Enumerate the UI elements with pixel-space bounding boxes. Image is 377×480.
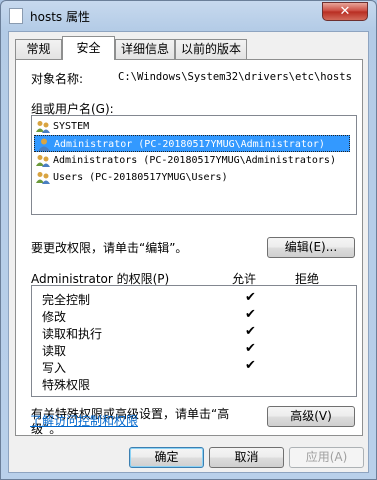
window-title: hosts 属性 <box>30 10 90 24</box>
dialog-client: 常规 安全 详细信息 以前的版本 对象名称: C:\Windows\System… <box>8 31 369 473</box>
object-name-label: 对象名称: <box>31 72 84 86</box>
close-button[interactable]: ✕ <box>322 2 368 21</box>
allow-check-icon: ✔ <box>245 341 256 356</box>
object-name-value: C:\Windows\System32\drivers\etc\hosts <box>118 71 352 83</box>
list-item-administrator[interactable]: Administrator (PC-20180517YMUG\Administr… <box>34 135 350 152</box>
tab-general[interactable]: 常规 <box>15 39 62 59</box>
advanced-button[interactable]: 高级(V) <box>267 406 355 427</box>
permission-row: 特殊权限 <box>42 378 91 392</box>
user-group-icon <box>36 172 50 184</box>
user-group-icon <box>36 155 50 167</box>
permission-row: 完全控制 ✔ <box>42 290 256 307</box>
title-bar[interactable]: hosts 属性 ✕ <box>1 1 376 31</box>
permission-row: 读取和执行 ✔ <box>42 324 256 341</box>
permissions-list[interactable]: 完全控制 ✔ 修改 ✔ 读取和执行 ✔ 读取 ✔ 写入 ✔ 特殊权限 <box>31 285 357 397</box>
tab-previous-versions[interactable]: 以前的版本 <box>175 39 247 59</box>
allow-check-icon: ✔ <box>245 358 256 373</box>
list-item-users[interactable]: Users (PC-20180517YMUG\Users) <box>34 169 350 186</box>
user-icon <box>38 138 50 151</box>
properties-window: hosts 属性 ✕ 常规 安全 详细信息 以前的版本 对象名称: C:\Win… <box>0 0 377 480</box>
edit-hint: 要更改权限，请单击“编辑”。 <box>31 241 188 255</box>
permission-row: 读取 ✔ <box>42 341 256 358</box>
cancel-button[interactable]: 取消 <box>209 447 284 468</box>
groups-listbox[interactable]: SYSTEM Administrator (PC-20180517YMUG\Ad… <box>31 115 357 215</box>
file-icon <box>9 8 23 24</box>
access-control-help-link[interactable]: 了解访问控制和权限 <box>30 412 138 429</box>
apply-button[interactable]: 应用(A) <box>289 447 364 468</box>
list-item-system[interactable]: SYSTEM <box>34 118 350 135</box>
permission-row: 修改 ✔ <box>42 307 256 324</box>
list-item-administrators[interactable]: Administrators (PC-20180517YMUG\Administ… <box>34 152 350 169</box>
security-panel: 对象名称: C:\Windows\System32\drivers\etc\ho… <box>15 59 363 436</box>
allow-check-icon: ✔ <box>245 324 256 339</box>
allow-check-icon: ✔ <box>245 290 256 305</box>
tab-security[interactable]: 安全 <box>62 36 115 60</box>
user-group-icon <box>36 121 50 133</box>
permission-row: 写入 ✔ <box>42 358 256 375</box>
allow-check-icon: ✔ <box>245 307 256 322</box>
edit-button[interactable]: 编辑(E)... <box>267 237 355 258</box>
ok-button[interactable]: 确定 <box>129 447 204 468</box>
tab-details[interactable]: 详细信息 <box>115 39 175 59</box>
